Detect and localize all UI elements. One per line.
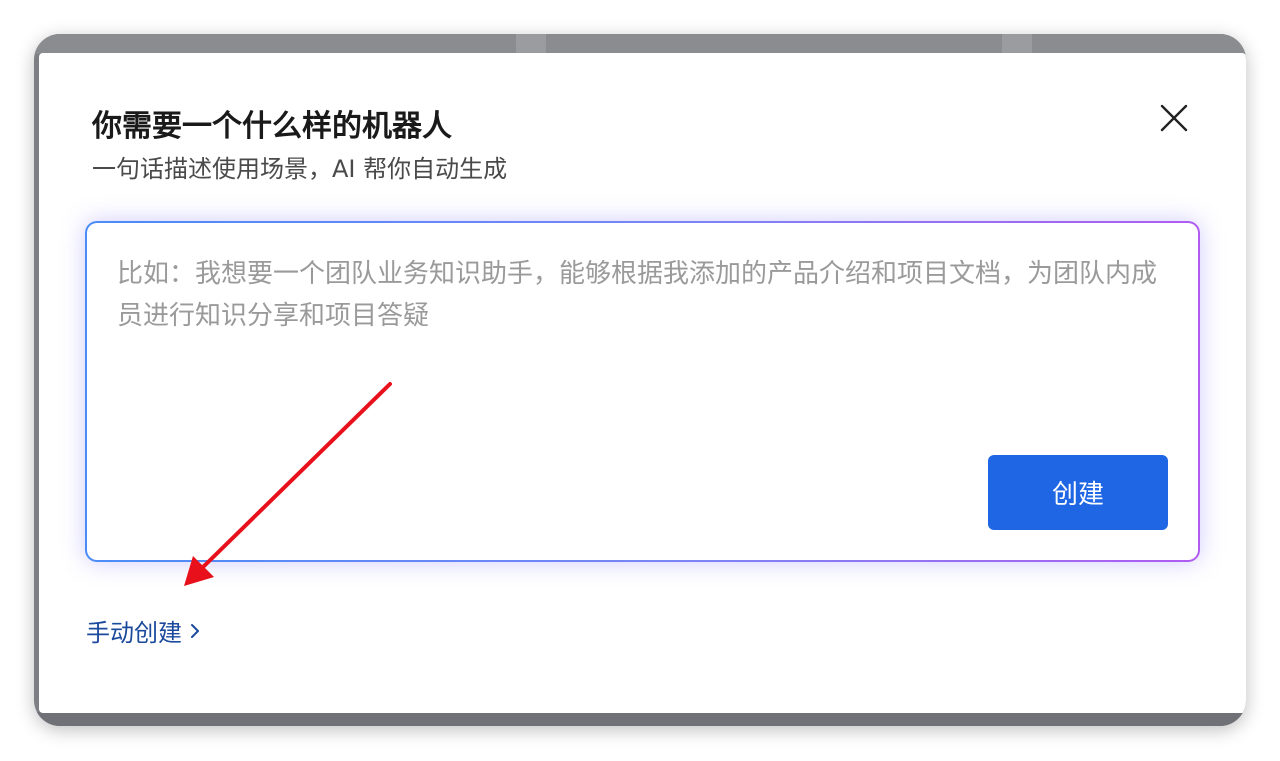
- dialog-title: 你需要一个什么样的机器人: [92, 109, 452, 144]
- window-frame: 你需要一个什么样的机器人 一句话描述使用场景，AI 帮你自动生成 创建 手动创建: [34, 34, 1246, 726]
- backdrop: [34, 34, 1246, 54]
- close-icon: [1160, 104, 1188, 132]
- create-button[interactable]: 创建: [988, 455, 1168, 530]
- backdrop-bottom: [34, 712, 1246, 726]
- prompt-box: 创建: [85, 221, 1200, 562]
- bot-description-input[interactable]: [117, 253, 1167, 463]
- prompt-box-inner: 创建: [87, 223, 1198, 560]
- dialog-subtitle: 一句话描述使用场景，AI 帮你自动生成: [92, 155, 508, 183]
- create-bot-dialog: 你需要一个什么样的机器人 一句话描述使用场景，AI 帮你自动生成 创建 手动创建: [39, 53, 1246, 713]
- close-button[interactable]: [1157, 101, 1191, 135]
- chevron-right-icon: [191, 623, 199, 638]
- backdrop-divider: [516, 34, 546, 54]
- manual-create-link[interactable]: 手动创建: [86, 613, 202, 648]
- backdrop-divider: [1002, 34, 1032, 54]
- manual-create-label: 手动创建: [86, 619, 182, 647]
